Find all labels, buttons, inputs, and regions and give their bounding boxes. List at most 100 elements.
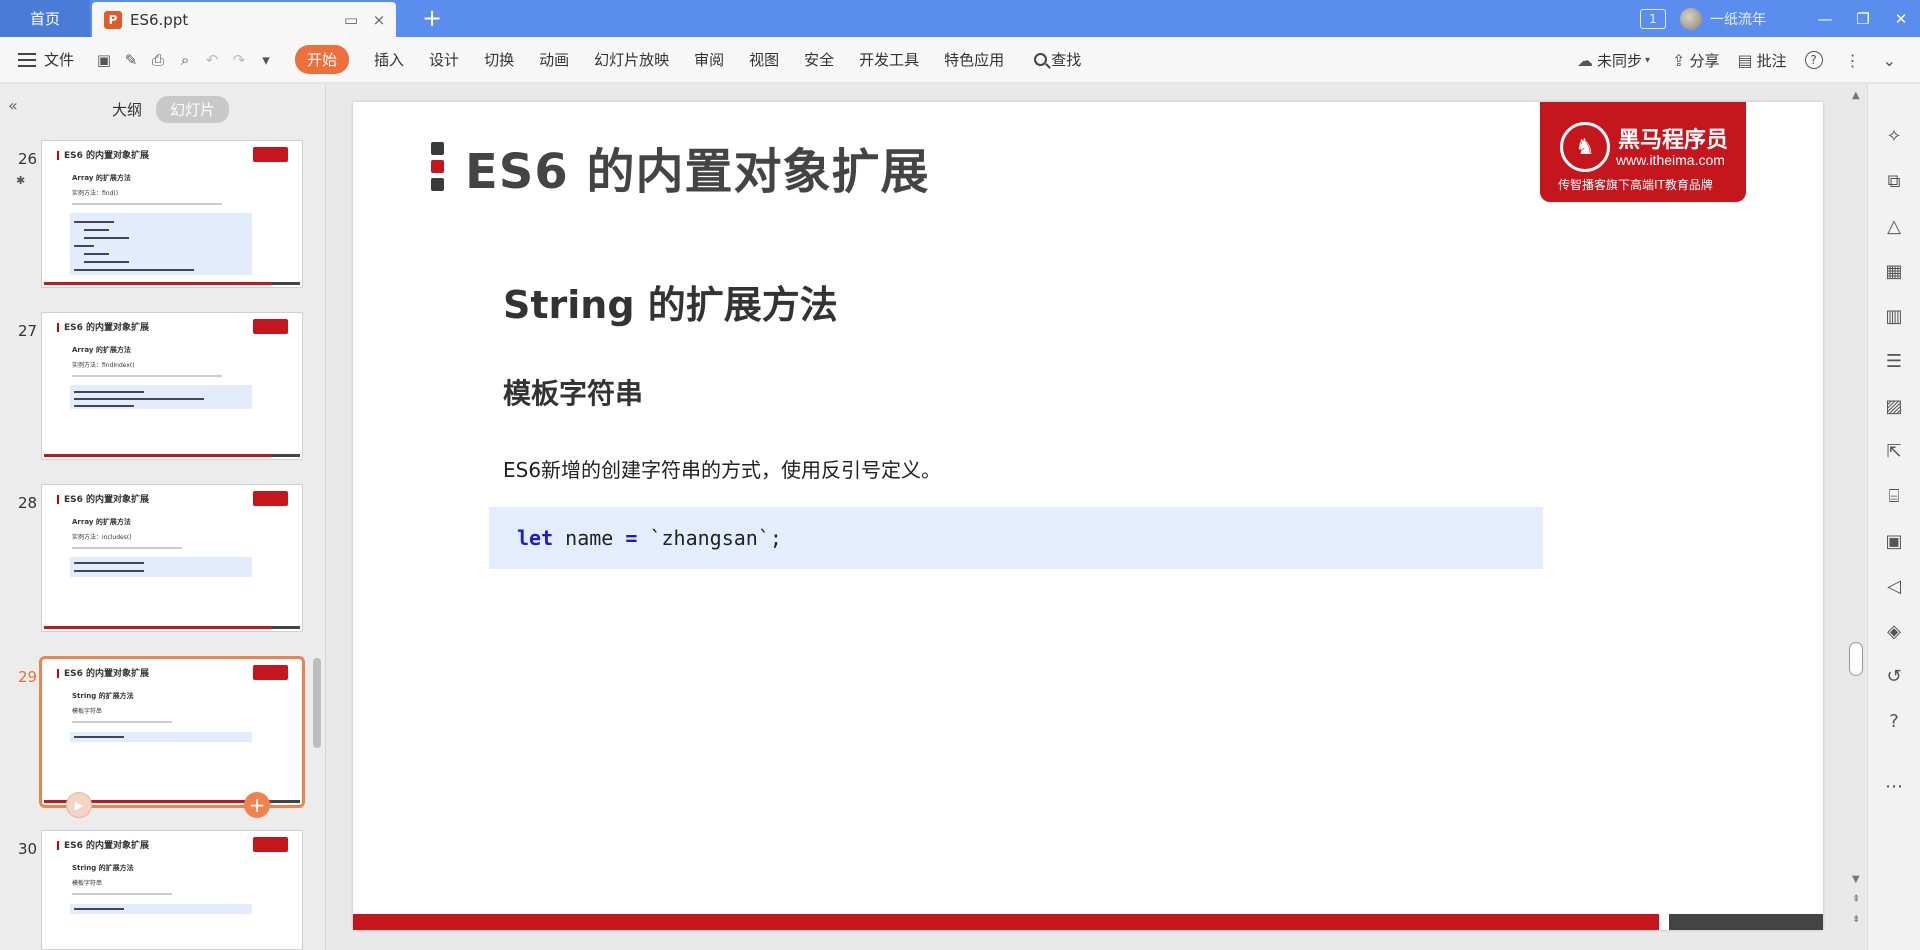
new-tab-button[interactable]: + [418,4,446,32]
menu-special-apps[interactable]: 特色应用 [944,49,1004,70]
menu-animation[interactable]: 动画 [539,49,569,70]
tab-home[interactable]: 首页 [0,0,90,37]
thumb-accent-bar [57,841,59,850]
slide-title[interactable]: ES6 的内置对象扩展 [465,132,929,202]
thumb-code-line [74,736,124,738]
shield-icon[interactable]: ◈ [1882,619,1906,643]
collapse-panel-icon[interactable]: « [8,96,18,115]
slide-thumbnail[interactable]: ES6 的内置对象扩展 Array 的扩展方法 实例方法：findIndex() [41,312,303,460]
menu-review[interactable]: 审阅 [694,49,724,70]
tab-slides[interactable]: 幻灯片 [156,96,230,123]
menu-insert[interactable]: 插入 [374,49,404,70]
slide-number: 30 [18,840,38,858]
file-menu[interactable]: 文件 [18,49,74,70]
slide-thumbnail[interactable]: ES6 的内置对象扩展 String 的扩展方法 模板字符串 [41,830,303,950]
help-circle-icon[interactable]: ? [1882,709,1906,733]
tab-outline[interactable]: 大纲 [98,96,156,123]
slide-number: 28 [18,494,38,512]
thumb-title: ES6 的内置对象扩展 [64,669,150,679]
menu-security[interactable]: 安全 [804,49,834,70]
restore-button[interactable]: ❐ [1844,0,1882,37]
thumb-accent-bar [57,495,59,504]
redo-icon[interactable]: ↷ [227,48,251,72]
menu-slideshow[interactable]: 幻灯片放映 [594,49,669,70]
more-button[interactable]: ⋮ [1845,51,1865,70]
close-tab-icon[interactable]: × [368,9,390,31]
thumb-subtitle-2: 模板字符串 [72,708,103,715]
thumb-subtitle-2: 实例方法：findIndex() [72,362,135,369]
archive-icon[interactable]: ⌸ [1882,484,1906,508]
menu-transition[interactable]: 切换 [484,49,514,70]
scroll-up-icon[interactable]: ▲ [1852,90,1860,101]
customize-dropdown-icon[interactable]: ▾ [254,48,278,72]
history-icon[interactable]: ↺ [1882,664,1906,688]
menu-start[interactable]: 开始 [295,45,350,74]
menu-design[interactable]: 设计 [429,49,459,70]
thumb-footer-bar-dark [272,800,300,803]
thumb-subtitle: Array 的扩展方法 [72,346,131,354]
canvas-scrollbar[interactable]: ▲ ▼ ⇞ ⇟ [1847,84,1867,950]
sync-label: 未同步 [1596,51,1642,70]
menu-developer[interactable]: 开发工具 [859,49,919,70]
grid-icon[interactable]: ▦ [1882,259,1906,283]
sync-button[interactable]: ☁ 未同步 ▾ [1577,50,1654,71]
audio-icon[interactable]: ◁ [1882,574,1906,598]
slide-subheading[interactable]: 模板字符串 [503,372,643,412]
close-window-button[interactable]: ✕ [1882,0,1920,37]
slide-heading[interactable]: String 的扩展方法 [503,274,838,329]
slide-panel-scrollbar[interactable] [313,658,321,748]
save-icon[interactable]: ▣ [92,48,116,72]
slide-switch-icon[interactable]: ⧉ [1882,169,1906,193]
shape-layers-icon[interactable]: △ [1882,214,1906,238]
image-icon[interactable]: ▣ [1882,529,1906,553]
search-label: 查找 [1051,51,1082,69]
search-button[interactable]: 查找 [1034,49,1081,70]
undo-icon[interactable]: ↶ [200,48,224,72]
star-magic-icon[interactable]: ✧ [1882,124,1906,148]
print-icon[interactable]: ⎙ [146,48,170,72]
animation-star-icon: ✱ [16,174,26,187]
thumb-code-line [74,269,194,271]
code-block[interactable]: let name = `zhangsan`; [489,507,1543,569]
slide-number: 27 [18,322,38,340]
logo-slogan: 传智播客旗下高端IT教育品牌 [1558,178,1713,192]
print-preview-icon[interactable]: ⌕ [173,48,197,72]
thumb-subtitle: Array 的扩展方法 [72,174,131,182]
window-count-badge[interactable]: 1 [1640,8,1666,29]
picture-icon[interactable]: ▨ [1882,394,1906,418]
slide-paragraph[interactable]: ES6新增的创建字符串的方式，使用反引号定义。 [503,454,941,483]
add-slide-button[interactable]: + [244,792,270,818]
more-icon: ⋮ [1844,50,1861,70]
ribbon-menu: 文件 ▣ ✎ ⎙ ⌕ ↶ ↷ ▾ 开始 插入 设计 切换 动画 幻灯片放映 审阅… [0,37,1920,83]
comment-button[interactable]: ▤ 批注 [1737,50,1786,71]
thumb-title: ES6 的内置对象扩展 [64,151,150,161]
properties-icon[interactable]: ☰ [1882,349,1906,373]
monitor-icon[interactable]: ▭ [340,9,362,31]
tab-document[interactable]: P ES6.ppt ▭ × [92,2,396,37]
export-icon[interactable]: ⇱ [1882,439,1906,463]
thumb-subtitle: Array 的扩展方法 [72,518,131,526]
slide-thumbnail[interactable]: ES6 的内置对象扩展 Array 的扩展方法 实例方法：includes() [41,484,303,632]
chart-icon[interactable]: ▥ [1882,304,1906,328]
slide-canvas[interactable]: ES6 的内置对象扩展 ♞ 黑马程序员 www.itheima.com 传智播客… [353,102,1823,930]
scroll-down-icon[interactable]: ▼ [1852,874,1860,885]
help-button[interactable]: ? [1804,51,1827,69]
slide-thumbnail-selected[interactable]: ES6 的内置对象扩展 String 的扩展方法 模板字符串 [39,656,305,808]
avatar[interactable] [1680,7,1702,30]
next-slide-icon[interactable]: ⇟ [1852,914,1860,925]
scrollbar-thumb[interactable] [1849,642,1863,676]
slide-footer-bar [353,914,1659,930]
format-painter-icon[interactable]: ✎ [119,48,143,72]
username[interactable]: 一纸流年 [1710,9,1766,29]
menu-view[interactable]: 视图 [749,49,779,70]
expand-ribbon-button[interactable]: ⌄ [1883,51,1900,70]
code-keyword: let [517,526,554,550]
prev-slide-icon[interactable]: ⇞ [1852,894,1860,905]
share-button[interactable]: ⇪ 分享 [1672,50,1719,71]
play-slide-button[interactable]: ▶ [66,792,92,818]
more-dots-icon[interactable]: ⋯ [1882,774,1906,798]
slide-thumbnail[interactable]: ES6 的内置对象扩展 Array 的扩展方法 实例方法：find() [41,140,303,288]
comment-label: 批注 [1756,51,1787,70]
minimize-button[interactable]: — [1806,0,1844,37]
thumb-footer-bar [44,282,272,285]
